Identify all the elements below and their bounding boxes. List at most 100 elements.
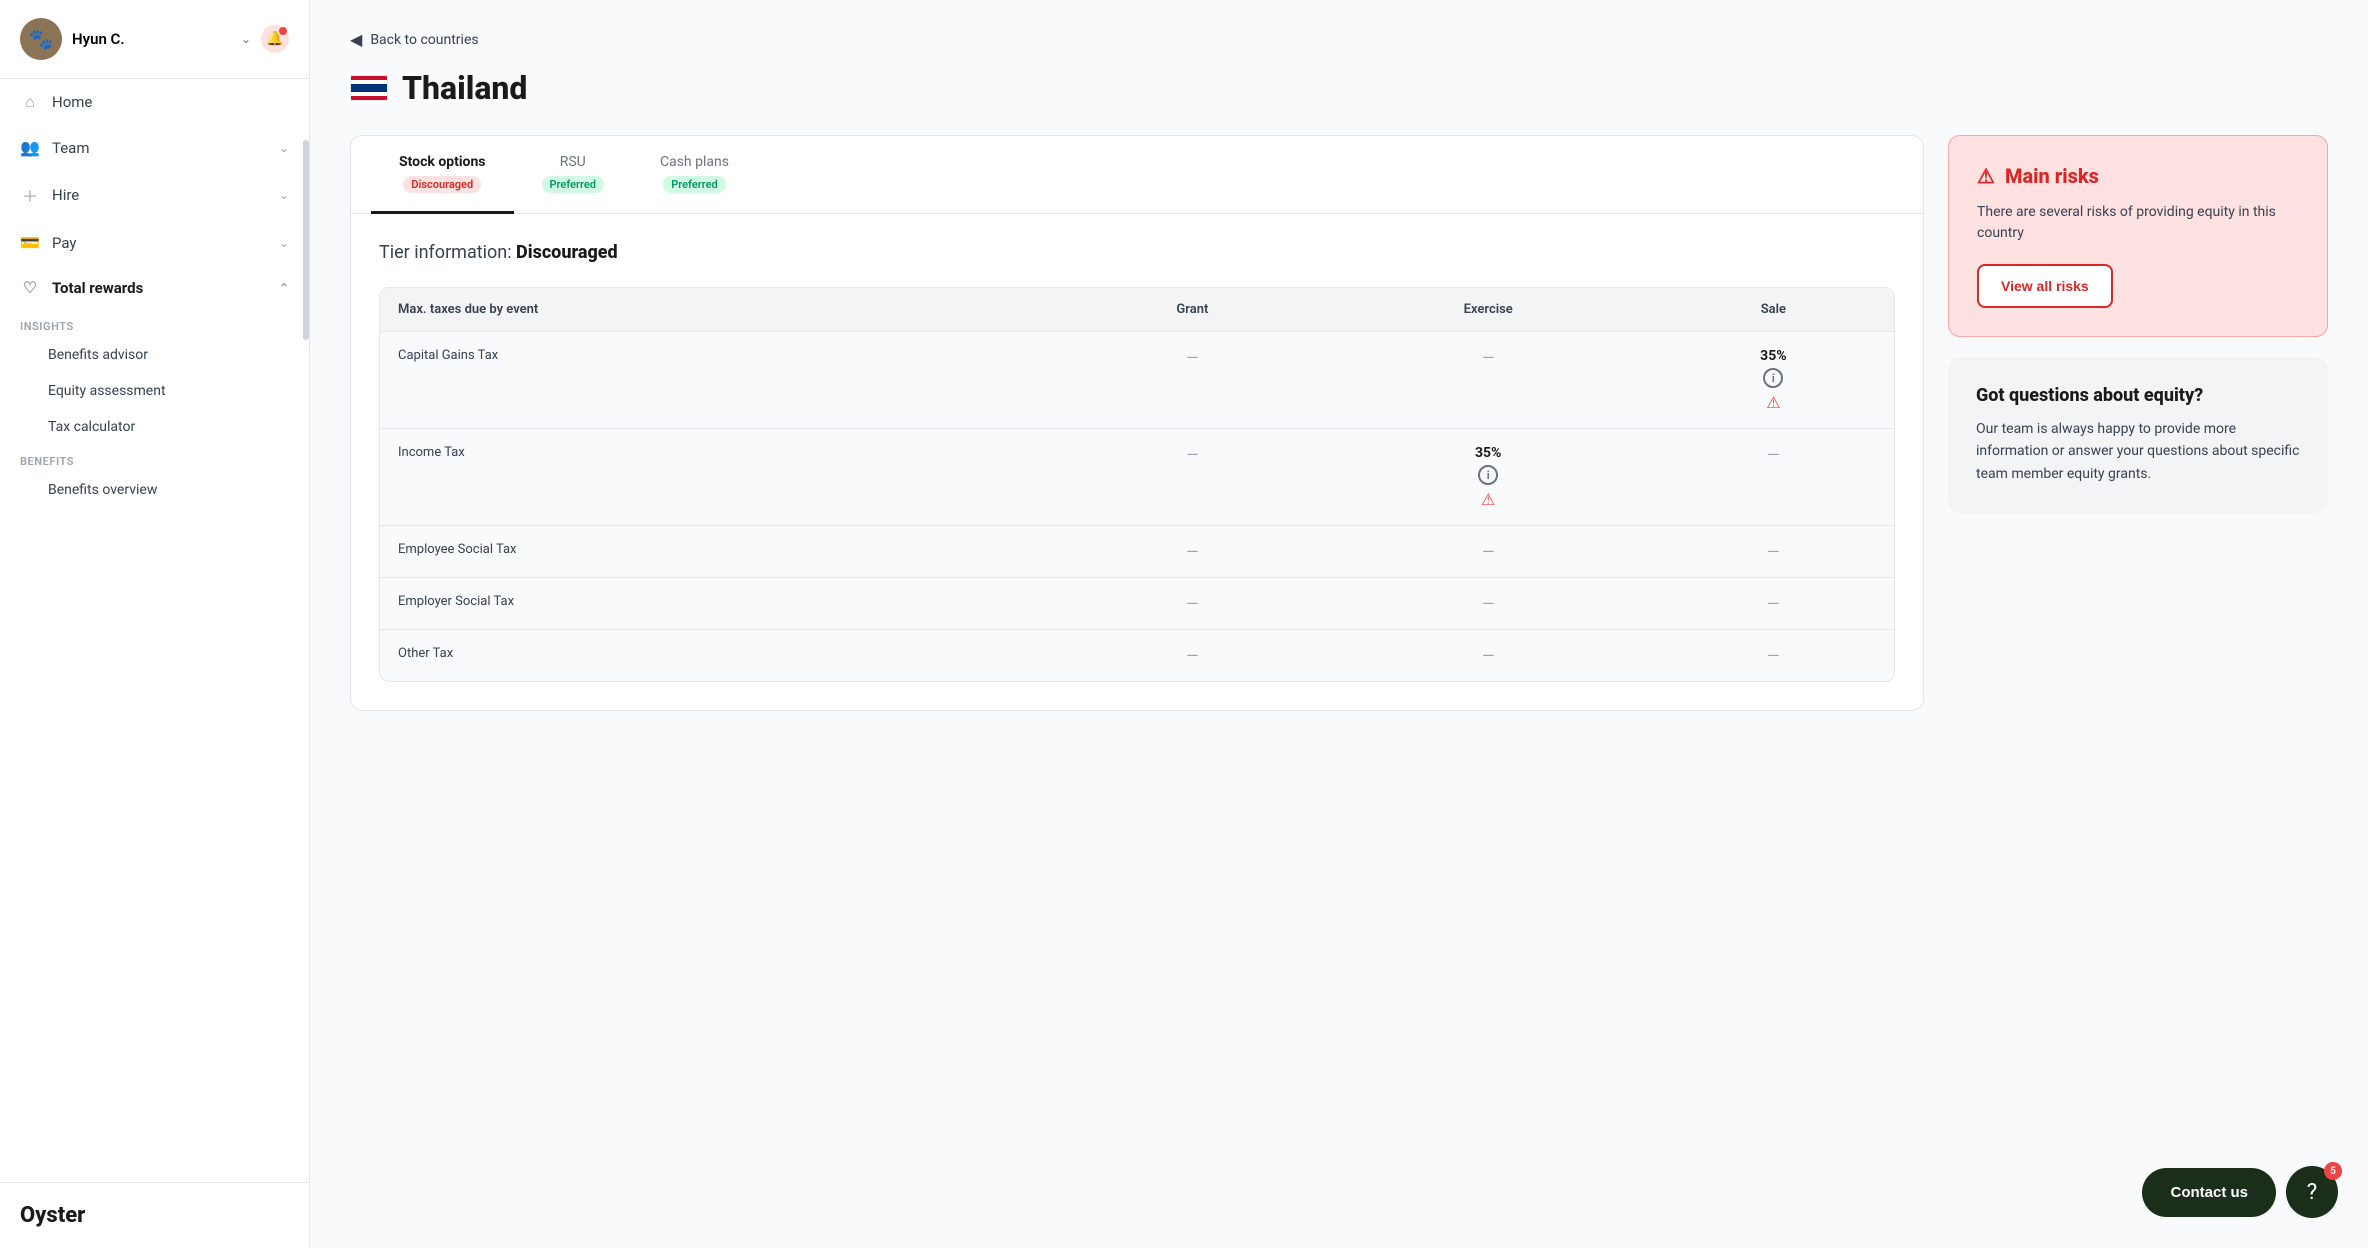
tax-exercise-capital-gains: — [1324, 332, 1653, 429]
thailand-flag [350, 75, 388, 101]
sidebar-item-label: Total rewards [52, 279, 267, 297]
sale-percent-capital-gains: 35% [1760, 348, 1786, 364]
tax-sale-income: — [1653, 429, 1894, 526]
tax-exercise-other: — [1324, 630, 1653, 682]
col-header-sale: Sale [1653, 288, 1894, 332]
sidebar-item-tax-calculator[interactable]: Tax calculator [0, 409, 309, 445]
tier-prefix: Tier information: [379, 242, 512, 263]
pay-icon: 💳 [20, 233, 40, 252]
col-header-grant: Grant [1061, 288, 1324, 332]
page-title-row: Thailand [350, 69, 2328, 107]
pay-chevron-icon: ⌄ [279, 236, 289, 250]
table-row: Employee Social Tax — — — [380, 526, 1894, 578]
tax-sale-employer-social: — [1653, 578, 1894, 630]
info-icon-capital-gains-sale[interactable]: i [1763, 368, 1783, 388]
total-rewards-chevron-icon: ⌃ [279, 281, 289, 295]
tab-stock-options[interactable]: Stock options Discouraged [371, 136, 514, 214]
tab-cash-plans-badge: Preferred [663, 176, 725, 193]
avatar-container: 🐾 [20, 18, 62, 60]
sidebar-item-pay[interactable]: 💳 Pay ⌄ [0, 220, 309, 265]
tax-name-capital-gains: Capital Gains Tax [380, 332, 1061, 429]
questions-panel: Got questions about equity? Our team is … [1948, 357, 2328, 513]
sidebar-item-benefits-advisor[interactable]: Benefits advisor [0, 337, 309, 373]
sidebar-item-home[interactable]: ⌂ Home [0, 79, 309, 125]
page-title: Thailand [402, 69, 527, 107]
tax-name-employer-social: Employer Social Tax [380, 578, 1061, 630]
view-all-risks-button[interactable]: View all risks [1977, 264, 2113, 308]
tab-rsu-label: RSU [560, 154, 586, 170]
tax-name-income: Income Tax [380, 429, 1061, 526]
tab-rsu-badge: Preferred [542, 176, 604, 193]
tab-stock-options-label: Stock options [399, 154, 486, 170]
tax-grant-capital-gains: — [1061, 332, 1324, 429]
tax-table-wrapper: Max. taxes due by event Grant Exercise S… [379, 287, 1895, 682]
risk-panel: ⚠ Main risks There are several risks of … [1948, 135, 2328, 337]
questions-title: Got questions about equity? [1976, 385, 2300, 406]
tax-name-other: Other Tax [380, 630, 1061, 682]
insights-section-label: INSIGHTS [0, 310, 309, 337]
tax-grant-employee-social: — [1061, 526, 1324, 578]
tab-cash-plans-label: Cash plans [660, 154, 729, 170]
back-arrow-icon: ◀ [350, 30, 362, 49]
tier-information: Tier information: Discouraged [379, 242, 1895, 263]
table-row: Employer Social Tax — — — [380, 578, 1894, 630]
back-to-countries-link[interactable]: ◀ Back to countries [350, 30, 2328, 49]
hire-icon: ＋ [20, 183, 40, 207]
col-header-event: Max. taxes due by event [380, 288, 1061, 332]
contact-fab: Contact us ? 5 [2142, 1166, 2338, 1218]
tax-exercise-employer-social: — [1324, 578, 1653, 630]
total-rewards-icon: ♡ [20, 278, 40, 297]
avatar [20, 18, 62, 60]
sidebar-header: 🐾 Hyun C. ⌄ 🔔 [0, 0, 309, 79]
tax-sale-other: — [1653, 630, 1894, 682]
col-header-exercise: Exercise [1324, 288, 1653, 332]
sidebar-item-equity-assessment[interactable]: Equity assessment [0, 373, 309, 409]
benefits-section-label: BENEFITS [0, 445, 309, 472]
sidebar-item-benefits-overview[interactable]: Benefits overview [0, 472, 309, 508]
oyster-logo: Oyster [0, 1182, 309, 1248]
main-content: ◀ Back to countries Thailand Stock optio… [310, 0, 2368, 1248]
user-name: Hyun C. [72, 30, 231, 48]
tab-rsu[interactable]: RSU Preferred [514, 136, 632, 214]
sidebar: 🐾 Hyun C. ⌄ 🔔 ⌂ Home 👥 Team ⌄ ＋ Hire ⌄ 💳… [0, 0, 310, 1248]
risk-warn-icon: ⚠ [1977, 164, 1995, 188]
help-fab-button[interactable]: ? 5 [2286, 1166, 2338, 1218]
tax-sale-employee-social: — [1653, 526, 1894, 578]
right-panels: ⚠ Main risks There are several risks of … [1948, 135, 2328, 513]
sidebar-item-team[interactable]: 👥 Team ⌄ [0, 125, 309, 170]
home-icon: ⌂ [20, 92, 40, 112]
warn-icon-capital-gains-sale: ⚠ [1763, 392, 1783, 412]
info-icon-income-exercise[interactable]: i [1478, 465, 1498, 485]
questions-description: Our team is always happy to provide more… [1976, 418, 2300, 485]
team-icon: 👥 [20, 138, 40, 157]
exercise-percent-income: 35% [1475, 445, 1501, 461]
sidebar-item-hire[interactable]: ＋ Hire ⌄ [0, 170, 309, 220]
notification-bell-icon[interactable]: 🔔 [261, 25, 289, 53]
table-row: Capital Gains Tax — — 35% i ⚠ [380, 332, 1894, 429]
risk-title-text: Main risks [2005, 164, 2099, 188]
help-question-icon: ? [2307, 1180, 2317, 1205]
table-row: Income Tax — 35% i ⚠ — [380, 429, 1894, 526]
back-link-text: Back to countries [370, 32, 478, 48]
tab-stock-options-badge: Discouraged [403, 176, 481, 193]
tab-cash-plans[interactable]: Cash plans Preferred [632, 136, 757, 214]
tax-sale-capital-gains: 35% i ⚠ [1653, 332, 1894, 429]
contact-us-button[interactable]: Contact us [2142, 1168, 2276, 1217]
tax-name-employee-social: Employee Social Tax [380, 526, 1061, 578]
user-chevron-icon[interactable]: ⌄ [241, 32, 251, 46]
tax-exercise-employee-social: — [1324, 526, 1653, 578]
hire-chevron-icon: ⌄ [279, 188, 289, 202]
tax-table: Max. taxes due by event Grant Exercise S… [380, 288, 1894, 681]
tax-grant-income: — [1061, 429, 1324, 526]
sidebar-item-total-rewards[interactable]: ♡ Total rewards ⌃ [0, 265, 309, 310]
tabs-header: Stock options Discouraged RSU Preferred … [351, 136, 1923, 214]
help-badge-count: 5 [2324, 1162, 2342, 1180]
sidebar-item-label: Team [52, 139, 267, 157]
sidebar-item-label: Hire [52, 186, 267, 204]
content-grid: Stock options Discouraged RSU Preferred … [350, 135, 2328, 711]
warn-icon-income-exercise: ⚠ [1478, 489, 1498, 509]
sidebar-scrollbar[interactable] [303, 140, 309, 340]
team-chevron-icon: ⌄ [279, 141, 289, 155]
risk-description: There are several risks of providing equ… [1977, 202, 2299, 244]
tier-value: Discouraged [516, 242, 618, 263]
